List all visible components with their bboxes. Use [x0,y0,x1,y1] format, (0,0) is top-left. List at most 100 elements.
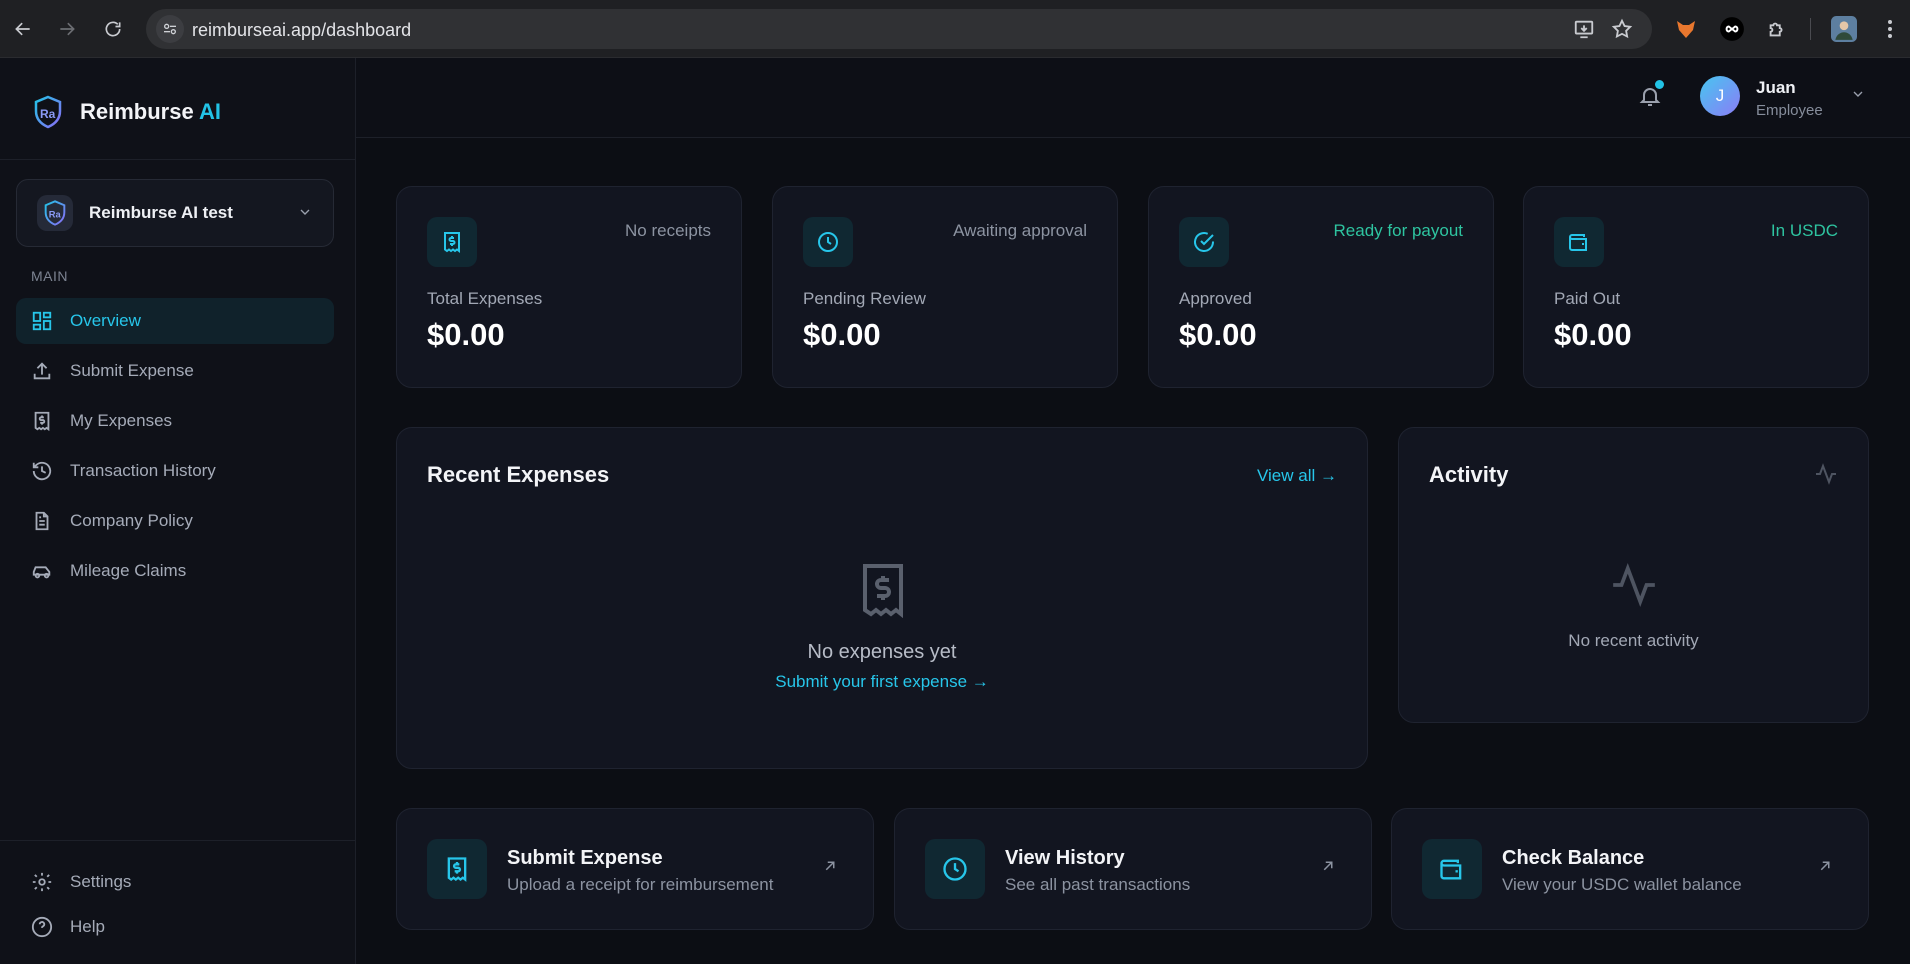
receipt-icon [427,217,477,267]
upload-icon [30,359,54,383]
stat-value: $0.00 [1179,317,1257,352]
action-title: Check Balance [1502,847,1645,869]
action-view-history[interactable]: View History See all past transactions [894,808,1372,930]
car-icon [30,559,54,583]
clock-icon [803,217,853,267]
sidebar-item-label: Help [70,917,105,936]
receipt-icon [427,839,487,899]
bookmark-star-icon[interactable] [1610,17,1634,41]
sidebar-item-settings[interactable]: Settings [16,859,334,905]
sidebar-divider [0,159,356,160]
document-icon [30,509,54,533]
receipt-icon [859,562,907,623]
profile-avatar-icon[interactable] [1830,15,1858,43]
stat-note: Ready for payout [1333,221,1463,240]
action-title: View History [1005,847,1125,869]
address-bar[interactable]: reimburseai.app/dashboard [146,9,1652,49]
infinity-extension-icon[interactable] [1718,15,1746,43]
history-icon [30,459,54,483]
toolbar-divider [1810,18,1811,40]
help-icon [30,915,54,939]
sidebar-item-company-policy[interactable]: Company Policy [16,498,334,544]
avatar[interactable]: J [1700,76,1740,116]
stat-note: In USDC [1770,221,1838,240]
sidebar-divider [0,840,356,841]
stat-card-total-expenses: No receipts Total Expenses $0.00 [396,186,742,388]
sidebar-item-help[interactable]: Help [16,904,334,950]
notifications-bell-icon[interactable] [1634,80,1666,112]
back-button[interactable] [8,14,38,44]
stat-label: Paid Out [1554,289,1621,308]
fox-extension-icon[interactable] [1672,15,1700,43]
stat-note: Awaiting approval [953,221,1087,240]
sidebar-item-mileage-claims[interactable]: Mileage Claims [16,548,334,594]
action-subtitle: See all past transactions [1005,875,1191,894]
stat-card-pending-review: Awaiting approval Pending Review $0.00 [772,186,1118,388]
view-all-link[interactable]: View all → [1257,466,1337,486]
chevron-down-icon [297,204,313,225]
svg-text:Ra: Ra [49,210,62,220]
gear-icon [30,870,54,894]
stat-label: Approved [1179,289,1252,308]
stat-card-paid-out: In USDC Paid Out $0.00 [1523,186,1869,388]
sidebar-item-label: Overview [70,311,141,330]
clock-icon [925,839,985,899]
install-app-icon[interactable] [1572,17,1596,41]
action-check-balance[interactable]: Check Balance View your USDC wallet bala… [1391,808,1869,930]
empty-state-title: No expenses yet [807,641,957,663]
section-label-main: MAIN [31,268,68,284]
arrow-up-right-icon [821,857,839,880]
stat-value: $0.00 [803,317,881,352]
grid-icon [30,309,54,333]
pulse-icon [1814,462,1838,491]
sidebar-item-label: Mileage Claims [70,561,187,580]
stat-value: $0.00 [1554,317,1632,352]
sidebar-item-transaction-history[interactable]: Transaction History [16,448,334,494]
action-title: Submit Expense [507,847,663,869]
user-role: Employee [1756,102,1823,119]
action-subtitle: View your USDC wallet balance [1502,875,1742,894]
extensions-puzzle-icon[interactable] [1763,15,1791,43]
url-text[interactable]: reimburseai.app/dashboard [192,20,411,41]
org-switcher[interactable]: Ra Reimburse AI test [16,179,334,247]
panel-title: Activity [1429,462,1509,487]
shield-logo-icon: Ra [34,95,62,129]
sidebar-item-label: Submit Expense [70,361,194,380]
top-bar: J Juan Employee [356,58,1910,138]
forward-button[interactable] [52,14,82,44]
arrow-up-right-icon [1319,857,1337,880]
chevron-down-icon[interactable] [1850,86,1866,107]
brand-name: Reimburse AI [80,99,222,124]
submit-first-expense-link[interactable]: Submit your first expense → [397,672,1367,692]
app-root: Ra Reimburse AI Ra Reimburse AI test MAI… [0,58,1910,964]
pulse-icon [1609,560,1659,615]
sidebar-item-label: Transaction History [70,461,216,480]
svg-text:Ra: Ra [40,107,56,121]
sidebar-item-my-expenses[interactable]: My Expenses [16,398,334,444]
stat-card-approved: Ready for payout Approved $0.00 [1148,186,1494,388]
sidebar: Ra Reimburse AI Ra Reimburse AI test MAI… [0,58,356,964]
brand-logo[interactable]: Ra Reimburse AI [30,94,221,130]
sidebar-item-label: Settings [70,872,132,891]
recent-expenses-panel: Recent Expenses View all → No expenses y… [396,427,1368,769]
org-logo-icon: Ra [37,195,73,231]
stat-note: No receipts [625,221,711,240]
user-name[interactable]: Juan [1756,78,1796,98]
notification-dot [1655,80,1664,89]
sidebar-item-submit-expense[interactable]: Submit Expense [16,348,334,394]
reload-button[interactable] [98,14,128,44]
receipt-icon [30,409,54,433]
sidebar-item-overview[interactable]: Overview [16,298,334,344]
stat-label: Pending Review [803,289,926,308]
sidebar-item-label: Company Policy [70,511,193,530]
browser-menu-icon[interactable] [1876,15,1904,43]
stat-label: Total Expenses [427,289,543,308]
wallet-icon [1422,839,1482,899]
browser-toolbar: reimburseai.app/dashboard [0,0,1910,58]
action-submit-expense[interactable]: Submit Expense Upload a receipt for reim… [396,808,874,930]
empty-state-text: No recent activity [1568,631,1699,650]
site-settings-icon[interactable] [156,15,184,43]
activity-panel: Activity No recent activity [1398,427,1869,723]
action-subtitle: Upload a receipt for reimbursement [507,875,774,894]
check-circle-icon [1179,217,1229,267]
